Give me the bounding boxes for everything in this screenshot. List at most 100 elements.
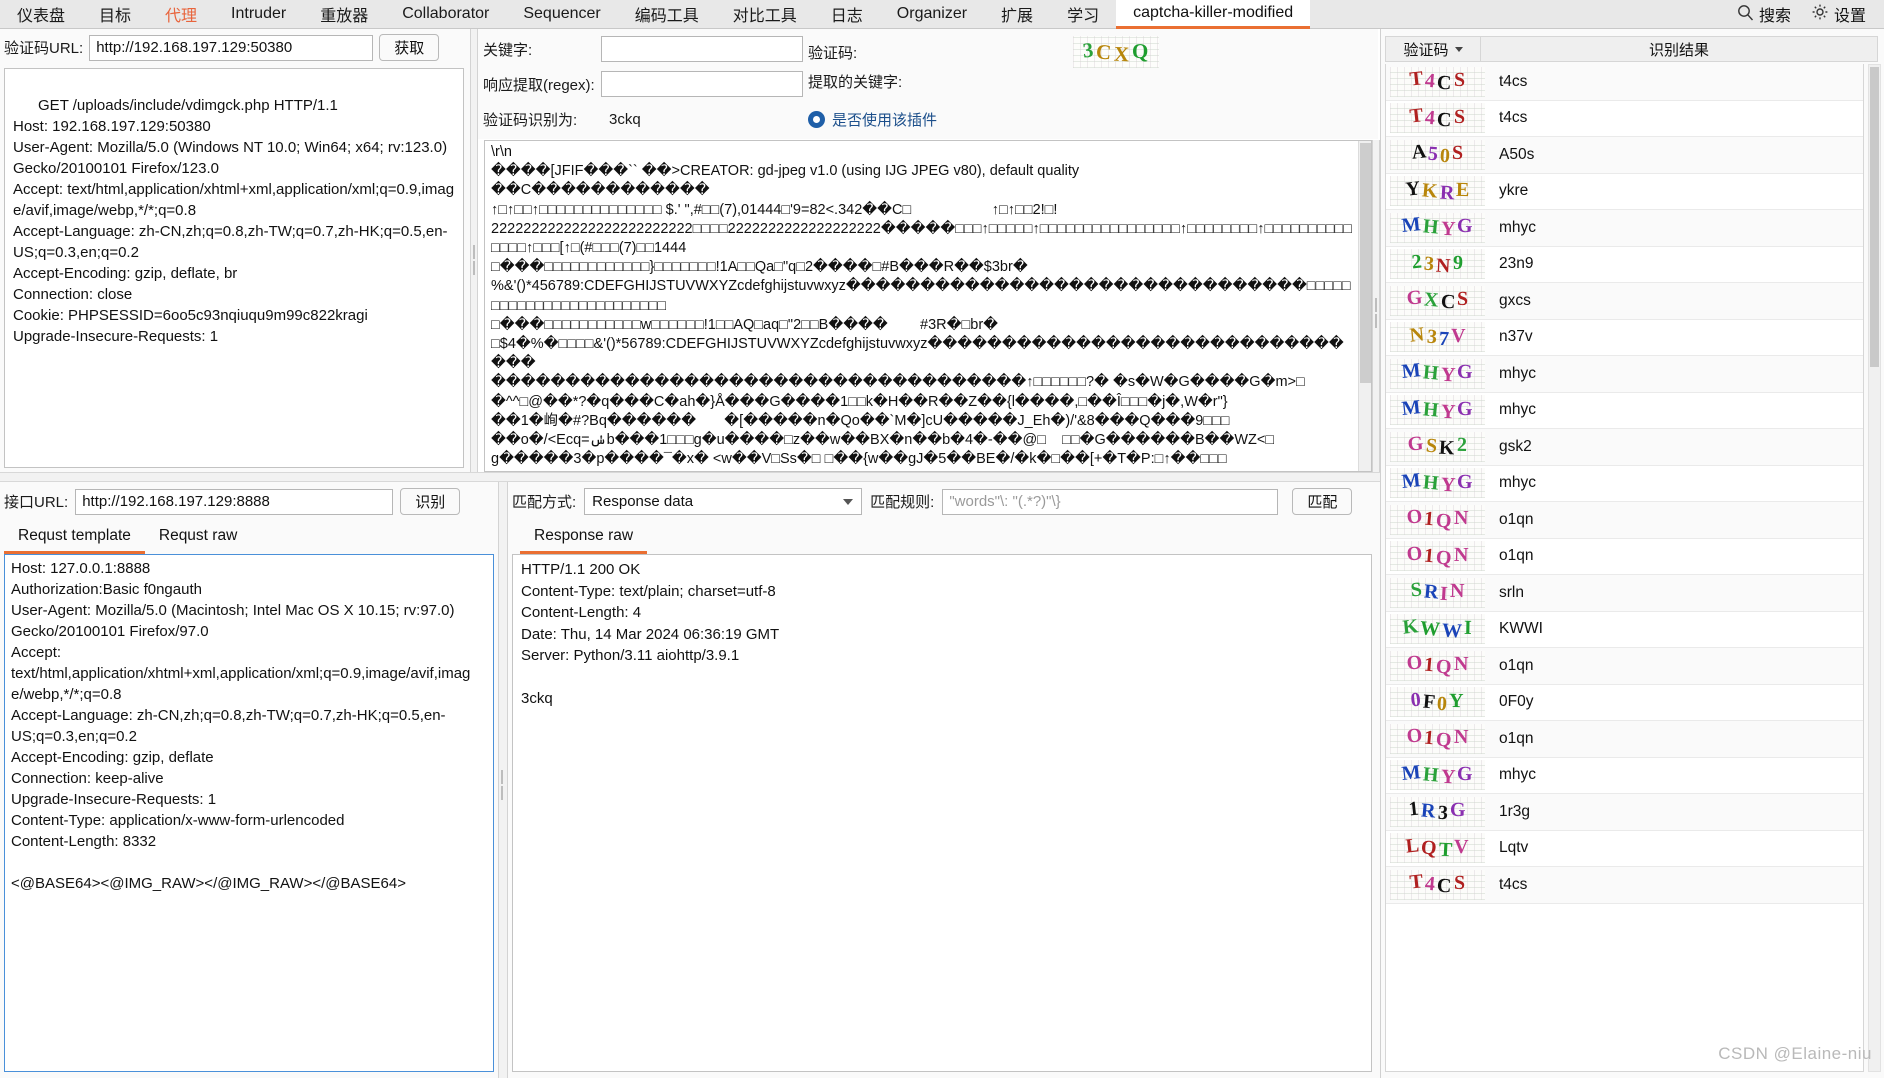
result-row[interactable]: A50S A50s <box>1386 137 1863 174</box>
tab-label: 编码工具 <box>634 8 699 25</box>
result-captcha-text: O1QN <box>1405 652 1470 679</box>
result-row[interactable]: MHYG mhyc <box>1386 466 1863 502</box>
tab-13[interactable]: captcha-killer-modified <box>1116 0 1311 29</box>
captcha-glyph: S <box>1425 434 1439 458</box>
regex-label: 响应提取(regex): <box>483 76 595 94</box>
tab-3[interactable]: Intruder <box>214 0 303 28</box>
captcha-glyph: R <box>1438 181 1455 205</box>
request-template-editor[interactable]: Host: 127.0.0.1:8888 Authorization:Basic… <box>4 554 494 1072</box>
use-plugin-row[interactable]: 是否使用该插件 <box>808 109 937 130</box>
regex-input[interactable] <box>601 71 803 97</box>
response-tabs: Response raw <box>520 523 648 554</box>
captcha-url-input[interactable] <box>89 34 374 61</box>
tab-8[interactable]: 对比工具 <box>716 0 814 28</box>
search-label: 搜索 <box>1758 8 1791 25</box>
result-row[interactable]: O1QN o1qn <box>1386 648 1863 685</box>
result-text: mhyc <box>1499 401 1537 419</box>
captcha-glyph: T <box>1408 104 1425 128</box>
captcha-request-text[interactable]: GET /uploads/include/vdimgck.php HTTP/1.… <box>4 68 464 468</box>
result-row[interactable]: SRIN srln <box>1386 575 1863 612</box>
extracted-keyword-label: 提取的关键字: <box>808 74 903 91</box>
response-raw-view[interactable]: HTTP/1.1 200 OK Content-Type: text/plain… <box>512 554 1372 1072</box>
results-header-result[interactable]: 识别结果 <box>1481 37 1877 61</box>
tab-9[interactable]: 日志 <box>814 0 880 28</box>
result-row[interactable]: O1QN o1qn <box>1386 502 1863 539</box>
vertical-splitter-dump[interactable] <box>1372 140 1380 472</box>
tab-11[interactable]: 扩展 <box>984 0 1050 28</box>
result-row[interactable]: MHYG mhyc <box>1386 210 1863 247</box>
captcha-glyph: N <box>1453 507 1469 530</box>
interface-request-panel: 接口URL: 识别 Requst templateRequst raw Host… <box>0 482 500 1078</box>
result-row[interactable]: T4CS t4cs <box>1386 64 1863 101</box>
captcha-glyph: 1 <box>1423 653 1436 677</box>
captcha-url-row: 验证码URL: 获取 <box>4 34 440 61</box>
captcha-glyph: N <box>1453 726 1469 749</box>
result-row[interactable]: 0F0Y 0F0y <box>1386 685 1863 721</box>
result-row[interactable]: LQTV Lqtv <box>1386 831 1863 867</box>
fetch-button[interactable]: 获取 <box>379 34 440 61</box>
result-row[interactable]: O1QN o1qn <box>1386 539 1863 575</box>
captcha-glyph: V <box>1454 835 1470 858</box>
captcha-glyph: F <box>1422 690 1437 714</box>
tab-12[interactable]: 学习 <box>1050 0 1116 28</box>
result-row[interactable]: MHYG mhyc <box>1386 758 1863 794</box>
captcha-glyph: 0 <box>1409 688 1423 712</box>
tab-1[interactable]: 目标 <box>82 0 148 28</box>
recognize-button[interactable]: 识别 <box>400 488 461 515</box>
tab-0[interactable]: 仪表盘 <box>0 0 82 28</box>
match-rule-input[interactable] <box>942 488 1279 515</box>
result-row[interactable]: 1R3G 1r3g <box>1386 794 1863 831</box>
result-row[interactable]: GXCS gxcs <box>1386 283 1863 320</box>
captcha-glyph: Y <box>1440 765 1456 789</box>
captcha-binary-dump[interactable]: \r\n ����[JFIF���`` ��>CREATOR: gd-jpeg … <box>484 140 1372 472</box>
request-tab-0[interactable]: Requst template <box>4 523 145 554</box>
captcha-glyph: K <box>1421 179 1439 203</box>
results-list[interactable]: T4CS t4cs T4CS t4cs A50S A50s YKRE ykre MHYG mhyc… <box>1385 64 1864 1072</box>
search-button[interactable]: 搜索 <box>1729 2 1799 26</box>
result-row[interactable]: N37V n37v <box>1386 320 1863 356</box>
settings-button[interactable]: 设置 <box>1803 2 1874 26</box>
result-captcha-text: MHYG <box>1401 761 1473 789</box>
result-row[interactable]: MHYG mhyc <box>1386 356 1863 393</box>
search-icon <box>1737 4 1754 25</box>
tab-10[interactable]: Organizer <box>880 0 984 28</box>
tab-2[interactable]: 代理 <box>148 0 214 28</box>
keyword-input[interactable] <box>601 36 803 62</box>
captcha-glyph: G <box>1457 215 1473 238</box>
results-scrollbar[interactable] <box>1868 64 1881 1072</box>
response-tab-0[interactable]: Response raw <box>520 523 648 554</box>
result-row[interactable]: GSK2 gsk2 <box>1386 429 1863 466</box>
captcha-glyph: 1 <box>1423 544 1436 568</box>
results-header-captcha[interactable]: 验证码 <box>1386 37 1481 61</box>
tab-4[interactable]: 重放器 <box>303 0 385 28</box>
interface-url-input[interactable] <box>75 488 394 515</box>
result-text: t4cs <box>1499 72 1528 90</box>
result-row[interactable]: KWWI KWWI <box>1386 612 1863 648</box>
result-row[interactable]: 23N9 23n9 <box>1386 247 1863 283</box>
dump-scrollbar[interactable] <box>1358 141 1371 471</box>
captcha-glyph: 2 <box>1456 434 1467 457</box>
result-row[interactable]: T4CS t4cs <box>1386 867 1863 904</box>
result-row[interactable]: T4CS t4cs <box>1386 101 1863 137</box>
tab-6[interactable]: Sequencer <box>506 0 617 28</box>
request-tab-1[interactable]: Requst raw <box>145 523 251 554</box>
captcha-glyph: C <box>1436 108 1453 132</box>
captcha-preview-image[interactable]: 3CXQ <box>1073 36 1160 68</box>
captcha-glyph: M <box>1400 395 1422 420</box>
tab-5[interactable]: Collaborator <box>385 0 506 28</box>
result-row[interactable]: MHYG mhyc <box>1386 393 1863 429</box>
match-mode-select[interactable]: Response data <box>584 488 863 515</box>
result-row[interactable]: YKRE ykre <box>1386 174 1863 210</box>
vertical-splitter-bottom[interactable] <box>498 482 508 1078</box>
match-button[interactable]: 匹配 <box>1292 488 1353 515</box>
tab-7[interactable]: 编码工具 <box>618 0 716 28</box>
captcha-glyph: E <box>1455 178 1470 201</box>
result-captcha-text: 1R3G <box>1408 798 1466 825</box>
use-plugin-radio[interactable] <box>808 111 825 128</box>
captcha-glyph: M <box>1400 213 1422 238</box>
horizontal-splitter[interactable] <box>0 472 1380 482</box>
result-row[interactable]: O1QN o1qn <box>1386 721 1863 758</box>
captcha-glyph: 3 <box>1423 252 1436 276</box>
interface-url-label: 接口URL: <box>4 494 69 511</box>
vertical-splitter-top[interactable] <box>470 29 478 481</box>
